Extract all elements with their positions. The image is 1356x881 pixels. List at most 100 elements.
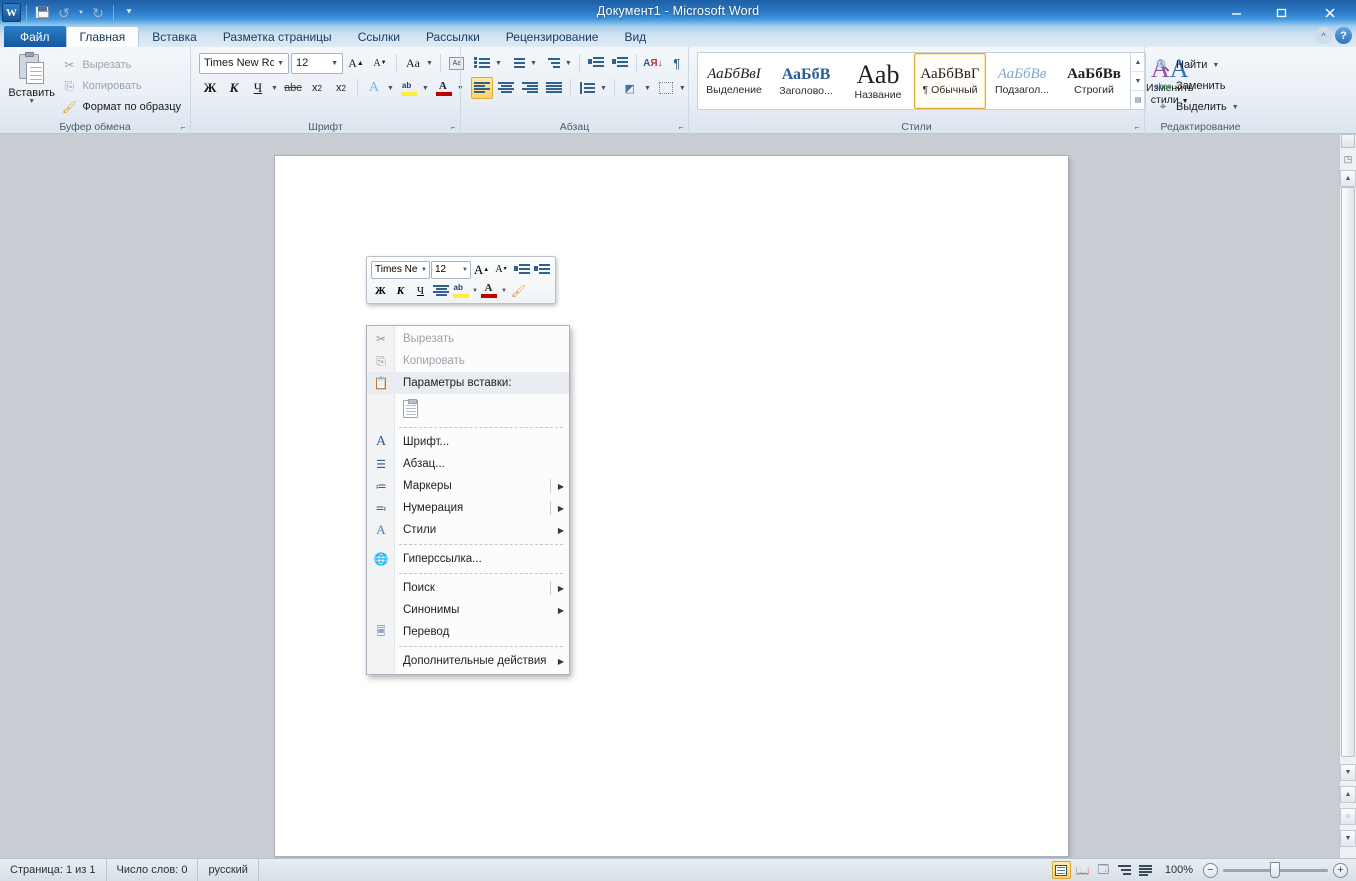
zoom-level[interactable]: 100%: [1157, 864, 1201, 876]
keep-source-formatting-icon[interactable]: [399, 397, 422, 421]
chevron-down-icon[interactable]: ▼: [1212, 62, 1219, 69]
gallery-scroll-up-button[interactable]: ▲: [1131, 53, 1145, 72]
browse-object-button[interactable]: ○: [1340, 808, 1356, 825]
subscript-button[interactable]: x2: [306, 77, 328, 99]
align-right-button[interactable]: [519, 77, 541, 99]
numbering-button[interactable]: [506, 52, 528, 74]
align-center-button[interactable]: [495, 77, 517, 99]
mini-decrease-indent-button[interactable]: [512, 260, 531, 279]
vertical-scrollbar[interactable]: ◳ ▲ ▼ ▲ ○ ▼: [1339, 134, 1356, 858]
tab-home[interactable]: Главная: [65, 26, 140, 47]
scroll-down-button[interactable]: ▼: [1340, 764, 1356, 781]
decrease-indent-button[interactable]: [585, 52, 607, 74]
full-screen-reading-view-button[interactable]: 📖: [1073, 861, 1092, 879]
cut-button[interactable]: ✂ Вырезать: [59, 55, 186, 75]
minimize-button[interactable]: [1214, 0, 1259, 25]
mini-font-size-combo[interactable]: 12 ▼: [430, 260, 471, 279]
clipboard-dialog-launcher[interactable]: ⌐: [178, 123, 188, 133]
replace-button[interactable]: ab ac Заменить: [1153, 76, 1243, 96]
change-case-button[interactable]: Aa: [402, 52, 424, 74]
sort-button[interactable]: AЯ↓: [642, 52, 664, 74]
strikethrough-button[interactable]: abc: [282, 77, 304, 99]
chevron-down-icon[interactable]: ▼: [385, 85, 396, 92]
split-window-handle[interactable]: [1341, 134, 1355, 148]
scrollbar-thumb[interactable]: [1341, 187, 1355, 757]
tab-references[interactable]: Ссылки: [345, 26, 413, 47]
mini-font-color-button[interactable]: A: [480, 281, 499, 300]
select-button[interactable]: ⌖ Выделить ▼: [1153, 97, 1243, 117]
font-name-combo[interactable]: Times New Rc ▼: [199, 52, 289, 74]
mini-font-name-combo[interactable]: Times Ne ▼: [371, 260, 430, 279]
outline-view-button[interactable]: [1115, 861, 1134, 879]
tab-page-layout[interactable]: Разметка страницы: [210, 26, 345, 47]
gallery-scroll-down-button[interactable]: ▼: [1131, 72, 1145, 91]
multilevel-list-button[interactable]: [541, 52, 563, 74]
bullets-button[interactable]: [471, 52, 493, 74]
superscript-button[interactable]: x2: [330, 77, 352, 99]
style-item-heading[interactable]: АаБбВ Заголово...: [770, 53, 842, 109]
bold-button[interactable]: Ж: [199, 77, 221, 99]
grow-font-button[interactable]: A ▲: [345, 52, 367, 74]
next-page-button[interactable]: ▼: [1340, 830, 1356, 847]
style-item-subtitle[interactable]: АаБбВв Подзагол...: [986, 53, 1058, 109]
chevron-down-icon[interactable]: ▼: [677, 85, 688, 92]
maximize-button[interactable]: [1259, 0, 1304, 25]
mini-bold-button[interactable]: Ж: [371, 281, 390, 300]
shading-button[interactable]: ◩: [620, 77, 642, 99]
chevron-down-icon[interactable]: ▼: [420, 85, 431, 92]
context-menu-item-bullets[interactable]: ≔ Маркеры ▶: [367, 475, 569, 497]
font-size-combo[interactable]: 12 ▼: [291, 52, 343, 74]
context-menu-item-synonyms[interactable]: Синонимы ▶: [367, 599, 569, 621]
chevron-down-icon[interactable]: ▼: [500, 288, 508, 294]
chevron-down-icon[interactable]: ▼: [269, 85, 280, 92]
chevron-down-icon[interactable]: ▼: [424, 60, 435, 67]
font-color-button[interactable]: A: [433, 77, 455, 99]
print-layout-view-button[interactable]: [1051, 861, 1071, 879]
context-menu-item-hyperlink[interactable]: 🌐 Гиперссылка...: [367, 548, 569, 570]
mini-align-center-button[interactable]: [431, 281, 450, 300]
mini-grow-font-button[interactable]: A ▲: [472, 260, 491, 279]
context-menu-item-search[interactable]: Поиск ▶: [367, 577, 569, 599]
tab-insert[interactable]: Вставка: [139, 26, 210, 47]
style-item-title[interactable]: Ааb Название: [842, 53, 914, 109]
scroll-up-button[interactable]: ▲: [1340, 170, 1356, 187]
tab-review[interactable]: Рецензирование: [493, 26, 612, 47]
mini-shrink-font-button[interactable]: A ▼: [492, 260, 511, 279]
status-page[interactable]: Страница: 1 из 1: [0, 858, 107, 881]
show-marks-button[interactable]: ¶: [666, 52, 688, 74]
status-language[interactable]: русский: [198, 858, 259, 881]
paste-button[interactable]: Вставить ▼: [4, 52, 59, 105]
borders-button[interactable]: [655, 77, 677, 99]
zoom-in-button[interactable]: +: [1333, 862, 1348, 878]
format-painter-button[interactable]: 🖌 Формат по образцу: [59, 97, 186, 117]
mini-increase-indent-button[interactable]: [532, 260, 551, 279]
zoom-out-button[interactable]: −: [1203, 862, 1218, 878]
gallery-more-button[interactable]: ▤: [1131, 91, 1145, 109]
close-button[interactable]: [1304, 0, 1356, 25]
italic-button[interactable]: К: [223, 77, 245, 99]
underline-button[interactable]: Ч: [247, 77, 269, 99]
shrink-font-button[interactable]: A ▼: [369, 52, 391, 74]
mini-italic-button[interactable]: К: [391, 281, 410, 300]
context-menu-item-paste-options[interactable]: 📋 Параметры вставки:: [367, 372, 569, 394]
style-item-strong[interactable]: АаБбВв Строгий: [1058, 53, 1130, 109]
chevron-down-icon[interactable]: ▼: [642, 85, 653, 92]
document-area[interactable]: [0, 134, 1356, 858]
mini-format-painter-button[interactable]: 🖌: [509, 281, 528, 300]
draft-view-button[interactable]: [1136, 861, 1155, 879]
zoom-thumb[interactable]: [1270, 861, 1280, 878]
context-menu-item-paragraph[interactable]: ☰ Абзац...: [367, 453, 569, 475]
chevron-down-icon[interactable]: ▼: [471, 288, 479, 294]
style-item-emphasis[interactable]: АаБбВвІ Выделение: [698, 53, 770, 109]
chevron-down-icon[interactable]: ▼: [1232, 104, 1239, 111]
chevron-down-icon[interactable]: ▼: [528, 60, 539, 67]
highlight-color-button[interactable]: ab: [398, 77, 420, 99]
mini-underline-button[interactable]: Ч: [411, 281, 430, 300]
status-word-count[interactable]: Число слов: 0: [107, 858, 199, 881]
tab-file[interactable]: Файл: [4, 26, 66, 47]
text-effects-button[interactable]: A: [363, 77, 385, 99]
increase-indent-button[interactable]: [609, 52, 631, 74]
context-menu-item-numbering[interactable]: ≕ Нумерация ▶: [367, 497, 569, 519]
style-item-normal[interactable]: АаБбВвГ ¶ Обычный: [914, 53, 986, 109]
zoom-track[interactable]: [1223, 861, 1328, 878]
